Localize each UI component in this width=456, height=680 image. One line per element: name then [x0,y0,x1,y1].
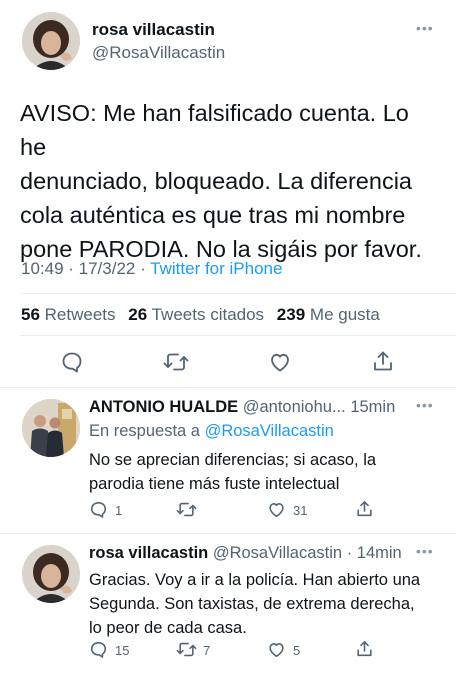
quotes-label: Tweets citados [151,305,265,324]
author-handle[interactable]: @RosaVillacastin [92,43,225,63]
tweet-text-line: cola auténtica es que tras mi nombre [20,202,406,228]
divider [20,293,456,294]
reply-author-name[interactable]: ANTONIO HUALDE [89,398,238,416]
author-name[interactable]: rosa villacastin [92,20,215,40]
reply-to-prefix: En respuesta a [89,422,205,440]
reply-count: 1 [115,503,123,518]
reply-timestamp[interactable]: 15min [350,398,395,416]
reply-avatar[interactable] [22,545,80,603]
share-upload-icon[interactable] [371,349,395,374]
likes-count: 239 [276,305,306,324]
heart-icon[interactable] [267,500,286,519]
reply-text-line: parodia tiene más fuste intelectual [89,475,340,493]
retweet-arrows-icon[interactable] [176,500,197,519]
tweet-timestamp[interactable]: 10:49 · 17/3/22 · [21,259,150,278]
likes-stat[interactable]: 239 Me gusta [277,305,380,324]
reply-text: Gracias. Voy a ir a la policía. Han abie… [89,568,434,640]
heart-icon[interactable] [267,640,286,659]
retweets-stat[interactable]: 56 Retweets [21,305,116,324]
reply-text-line: No se aprecian diferencias; si acaso, la [89,451,377,469]
reply-text-line: Segunda. Son taxistas, de extrema derech… [89,595,415,613]
reply-to-handle[interactable]: @RosaVillacastin [205,422,334,440]
tweet-text: AVISO: Me han falsificado cuenta. Lo he … [20,96,440,266]
likes-label: Me gusta [309,305,380,324]
like-count: 5 [293,643,301,658]
retweet-count: 7 [203,643,211,658]
heart-icon[interactable] [268,350,292,374]
author-avatar[interactable] [22,12,80,70]
reply-avatar-image [22,545,80,603]
reply-avatar-image [22,399,80,457]
share-upload-icon[interactable] [355,499,374,519]
quotes-stat[interactable]: 26 Tweets citados [128,305,264,324]
reply-text-line: lo peor de cada casa. [89,619,247,637]
author-avatar-image [22,12,80,70]
quotes-count: 26 [128,305,148,324]
reply-author-handle[interactable]: @antoniohu... [243,398,346,416]
share-upload-icon[interactable] [355,639,374,659]
reply-text-line: Gracias. Voy a ir a la policía. Han abie… [89,571,421,589]
divider [0,533,456,534]
more-horizontal-icon[interactable]: ••• [416,20,434,36]
reply-header: ANTONIO HUALDE @antoniohu... 15min [89,398,395,417]
more-horizontal-icon[interactable]: ••• [416,543,434,559]
reply-count: 15 [115,643,130,658]
more-horizontal-icon[interactable]: ••• [416,397,434,413]
like-count: 31 [293,503,308,518]
divider [0,387,456,388]
reply-header: rosa villacastin @RosaVillacastin · 14mi… [89,544,402,563]
tweet-meta: 10:49 · 17/3/22 · Twitter for iPhone [21,259,282,279]
reply-author-name[interactable]: rosa villacastin [89,544,208,562]
retweet-arrows-icon[interactable] [163,350,189,374]
comment-bubble-icon[interactable] [89,640,108,659]
divider [20,335,456,336]
comment-bubble-icon[interactable] [89,500,108,519]
tweet-stats: 56 Retweets 26 Tweets citados 239 Me gus… [21,305,388,325]
tweet-text-line: AVISO: Me han falsificado cuenta. Lo he [20,100,409,160]
comment-bubble-icon[interactable] [60,350,84,374]
reply-timestamp[interactable]: · 14min [347,544,402,562]
reply-to-line: En respuesta a @RosaVillacastin [89,422,334,441]
retweets-label: Retweets [44,305,116,324]
reply-avatar[interactable] [22,399,80,457]
reply-author-handle[interactable]: @RosaVillacastin [213,544,342,562]
retweet-arrows-icon[interactable] [176,640,197,659]
tweet-text-line: denunciado, bloqueado. La diferencia [20,168,412,194]
reply-text: No se aprecian diferencias; si acaso, la… [89,448,434,496]
tweet-source-link[interactable]: Twitter for iPhone [150,259,282,278]
retweets-count: 56 [21,305,40,324]
